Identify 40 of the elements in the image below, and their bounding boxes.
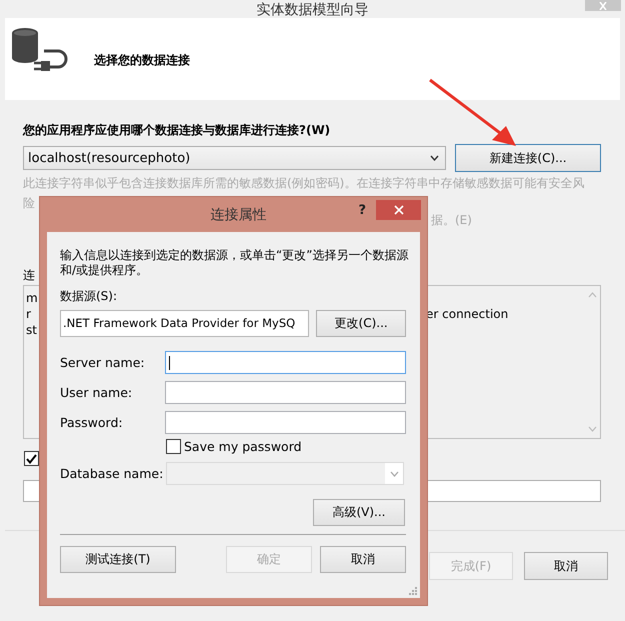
resize-grip-icon [409, 587, 417, 595]
close-button[interactable] [376, 200, 421, 220]
new-connection-button[interactable]: 新建连接(C)... [455, 144, 601, 172]
window-title: 实体数据模型向导 [256, 2, 368, 18]
option-text: 据。(E) [431, 213, 472, 227]
field-label: Database name: [60, 466, 164, 481]
save-setting-checkbox[interactable] [24, 451, 39, 466]
help-button[interactable]: ? [358, 203, 366, 218]
input-field[interactable] [165, 381, 406, 404]
field-label: Password: [60, 415, 124, 430]
checkbox-label: Save my password [184, 439, 302, 454]
data-source-label: 数据源(S): [60, 288, 118, 305]
cancel-button[interactable]: 取消 [320, 546, 406, 573]
test-connection-button[interactable]: 测试连接(T) [60, 546, 176, 573]
chevron-down-icon [430, 155, 439, 161]
close-icon [598, 2, 608, 10]
connection-string-text: st [26, 322, 38, 338]
input-field[interactable] [165, 351, 406, 374]
advanced-button[interactable]: 高级(V)... [313, 499, 405, 526]
question-label: 您的应用程序应使用哪个数据连接与数据库进行连接?(W) [23, 122, 332, 139]
save-password-checkbox[interactable] [166, 439, 181, 454]
page-heading: 选择您的数据连接 [94, 52, 190, 68]
chevron-up-icon [588, 292, 596, 298]
data-source-field: .NET Framework Data Provider for MySQ [60, 310, 310, 337]
chevron-down-icon [588, 426, 596, 432]
close-icon [394, 205, 404, 215]
field-label: User name: [60, 385, 134, 400]
cancel-button[interactable]: 取消 [524, 552, 608, 580]
chevron-down-icon [390, 470, 398, 476]
connection-string-text: m [26, 290, 39, 306]
dialog-title: 连接属性 [210, 206, 266, 224]
connection-dropdown[interactable]: localhost(resourcephoto) [23, 146, 446, 170]
warning-text: 险 [23, 195, 35, 212]
input-field[interactable] [165, 411, 406, 434]
field-label: Server name: [60, 355, 146, 370]
change-button[interactable]: 更改(C)... [316, 310, 406, 337]
warning-text: 此连接字符串似乎包含连接数据库所需的敏感数据(例如密码)。在连接字符串中存储敏感数据可能有安全风 [23, 175, 584, 192]
connection-string-label: 连 [23, 267, 35, 283]
connection-string-text: r [26, 306, 32, 322]
instruction-text: 输入信息以连接到选定的数据源，或单击“更改”选择另一个数据源和/或提供程序。 [60, 248, 410, 278]
